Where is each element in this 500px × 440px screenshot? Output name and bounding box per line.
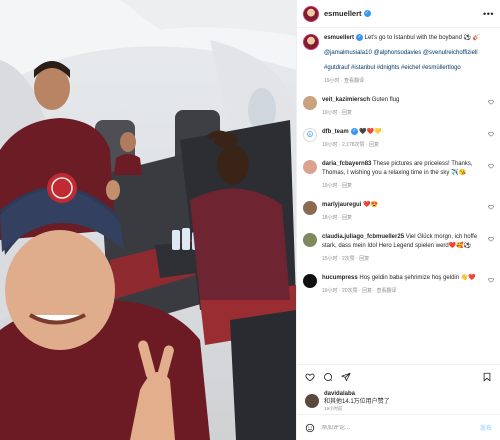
comment-text: 🖤❤️💛 bbox=[359, 129, 382, 135]
caption-text: Let's go to Istanbul with the boyband ⚽ … bbox=[364, 35, 481, 41]
caption-mentions[interactable]: @jamalmusiala10 @alphonsodavies @svenulr… bbox=[324, 49, 494, 58]
comment-meta: 19小时 · 回复 bbox=[322, 110, 353, 116]
commenter-username[interactable]: dfb_team bbox=[322, 129, 349, 135]
post-photo[interactable] bbox=[0, 0, 296, 440]
comment-bubble-icon[interactable] bbox=[323, 372, 333, 382]
add-comment-bar: 发布 bbox=[297, 414, 500, 440]
like-heart-icon[interactable] bbox=[488, 99, 494, 105]
author-avatar[interactable] bbox=[303, 5, 319, 22]
likes-summary: davidalaba 和其他14.1万位用户赞了 19小时前 bbox=[297, 388, 500, 414]
caption-meta: 19小时 · 查看翻译 bbox=[324, 78, 365, 84]
commenter-username[interactable]: claudia.juliago_fcbmueller25 bbox=[322, 234, 404, 240]
post-caption: esmuellert ✓ Let's go to Istanbul with th… bbox=[303, 34, 494, 86]
commenter-avatar[interactable] bbox=[303, 160, 317, 174]
like-heart-icon[interactable] bbox=[488, 277, 494, 283]
commenter-avatar[interactable] bbox=[303, 201, 317, 215]
verified-badge-icon: ✓ bbox=[350, 128, 358, 135]
like-heart-icon[interactable] bbox=[488, 204, 494, 210]
verified-badge-icon: ✓ bbox=[363, 10, 371, 17]
commenter-avatar[interactable] bbox=[303, 274, 317, 288]
comment-item: marlyjauregui ❤️😍 18小时 · 回复 bbox=[303, 201, 494, 223]
commenter-username[interactable]: daria_fcbayern83 bbox=[322, 161, 371, 167]
more-options-icon[interactable]: ••• bbox=[483, 9, 494, 19]
comment-item: hucumpress Hoş geldin baba şehrimize hoş… bbox=[303, 274, 494, 296]
comment-text: Hoş geldin baba şehrimize hoş geldin 👋❤️ bbox=[359, 275, 476, 281]
author-username[interactable]: esmuellert bbox=[324, 9, 362, 18]
like-heart-icon[interactable] bbox=[488, 163, 494, 169]
comment-text: ❤️😍 bbox=[363, 202, 378, 208]
like-heart-icon[interactable] bbox=[488, 131, 494, 137]
likes-count-text[interactable]: 和其他14.1万位用户赞了 bbox=[324, 398, 390, 406]
emoji-smiley-icon[interactable] bbox=[305, 423, 315, 433]
commenter-username[interactable]: veit_kazimiersch bbox=[322, 97, 370, 103]
like-heart-icon[interactable] bbox=[488, 236, 494, 242]
commenter-username[interactable]: hucumpress bbox=[322, 275, 358, 281]
commenter-avatar[interactable]: ☮ bbox=[303, 128, 317, 142]
post-time: 19小时前 bbox=[324, 406, 343, 411]
comment-meta: 15小时 · 2次赞 · 回复 bbox=[322, 256, 370, 262]
comment-input[interactable] bbox=[321, 424, 474, 431]
comments-section[interactable]: esmuellert ✓ Let's go to Istanbul with th… bbox=[297, 28, 500, 364]
liker-username[interactable]: davidalaba bbox=[324, 391, 355, 397]
caption-avatar[interactable] bbox=[303, 34, 319, 50]
verified-badge-icon: ✓ bbox=[356, 34, 364, 41]
caption-hashtags[interactable]: #gutdrauf #istanbul #dnights #eichel #es… bbox=[324, 64, 494, 73]
comment-meta: 19小时 · 2,178次赞 · 回复 bbox=[322, 142, 379, 148]
post-comment-button[interactable]: 发布 bbox=[480, 423, 492, 432]
comment-item: veit_kazimiersch Guten flug 19小时 · 回复 bbox=[303, 96, 494, 118]
airplane-selfie-illustration bbox=[0, 0, 296, 440]
share-paper-plane-icon[interactable] bbox=[341, 372, 351, 382]
commenter-username[interactable]: marlyjauregui bbox=[322, 202, 361, 208]
comment-text: Guten flug bbox=[371, 97, 400, 103]
post-actions-bar bbox=[297, 364, 500, 388]
post-side-panel: esmuellert ✓ ••• esmuellert ✓ Let's go to… bbox=[296, 0, 500, 440]
comment-meta: 18小时 · 回复 bbox=[322, 215, 353, 221]
post-viewer: esmuellert ✓ ••• esmuellert ✓ Let's go to… bbox=[0, 0, 500, 440]
comment-item: claudia.juliago_fcbmueller25 Viel Glück … bbox=[303, 233, 494, 264]
comment-meta: 19小时 · 20次赞 · 回复 · 查看翻译 bbox=[322, 288, 397, 294]
commenter-avatar[interactable] bbox=[303, 96, 317, 110]
comment-item: ☮ dfb_team ✓ 🖤❤️💛 19小时 · 2,178次赞 · 回复 bbox=[303, 128, 494, 150]
liker-avatar[interactable] bbox=[305, 394, 319, 408]
commenter-avatar[interactable] bbox=[303, 233, 317, 247]
save-bookmark-icon[interactable] bbox=[482, 372, 492, 382]
like-heart-icon[interactable] bbox=[305, 372, 315, 382]
comment-item: daria_fcbayern83 These pictures are pric… bbox=[303, 160, 494, 191]
post-header: esmuellert ✓ ••• bbox=[297, 0, 500, 28]
caption-username[interactable]: esmuellert bbox=[324, 35, 354, 41]
comment-meta: 19小时 · 回复 bbox=[322, 183, 353, 189]
